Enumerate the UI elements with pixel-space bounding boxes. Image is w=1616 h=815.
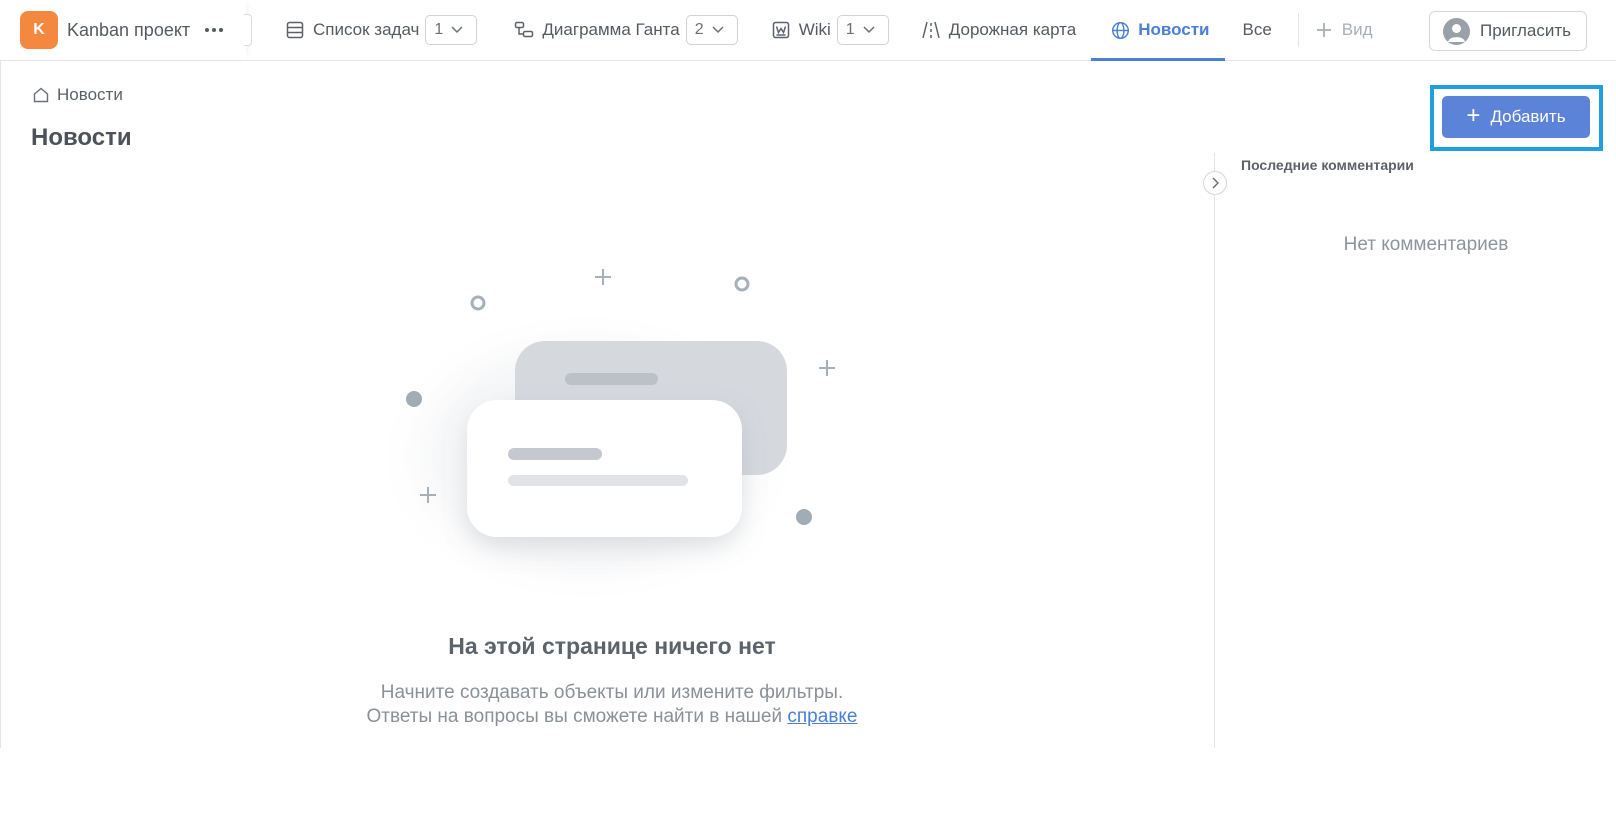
invite-label: Пригласить: [1480, 21, 1572, 40]
tab-news[interactable]: Новости: [1091, 0, 1225, 61]
breadcrumb: Новости: [32, 85, 123, 105]
tab-label: Все: [1242, 20, 1272, 39]
add-button-label: Добавить: [1490, 107, 1566, 126]
tab-label: Новости: [1138, 20, 1210, 39]
chevron-down-icon: [863, 26, 875, 34]
tab-count: 1: [434, 21, 444, 38]
page-title: Новости: [31, 124, 132, 151]
tab-task-list[interactable]: Список задач 1: [284, 0, 478, 60]
chevron-down-icon: [451, 26, 463, 34]
breadcrumb-item[interactable]: Новости: [57, 85, 123, 105]
empty-state-help-text: Ответы на вопросы вы сможете найти в наш…: [366, 706, 788, 727]
tabs-divider: [1297, 13, 1299, 47]
tab-count-dropdown[interactable]: 2: [685, 15, 738, 45]
user-avatar-icon: [1443, 17, 1470, 45]
tab-count-dropdown[interactable]: 1: [425, 15, 478, 45]
tab-count-dropdown[interactable]: 1: [836, 15, 889, 45]
gantt-icon: [513, 19, 535, 41]
tab-label: Список задач: [313, 20, 420, 39]
content-left-border: [0, 61, 1, 748]
project-name[interactable]: Kanban проект: [67, 20, 190, 41]
collapse-panel-toggle[interactable]: [1203, 171, 1227, 195]
add-button[interactable]: + Добавить: [1442, 96, 1590, 138]
help-link[interactable]: справке: [787, 706, 857, 727]
tab-gantt[interactable]: Диаграмма Ганта 2: [513, 0, 738, 60]
more-icon[interactable]: [202, 18, 226, 42]
globe-icon: [1109, 19, 1131, 41]
top-bar: K Kanban проект Список задач 1 Диаграмма…: [0, 0, 1616, 61]
chevron-down-icon: [712, 26, 724, 34]
empty-state-title: На этой странице ничего нет: [448, 633, 776, 659]
chevron-right-icon: [1212, 177, 1219, 189]
empty-state-illustration: [373, 262, 858, 622]
invite-button[interactable]: Пригласить: [1429, 11, 1587, 51]
tab-label: Диаграмма Ганта: [542, 20, 680, 39]
tab-roadmap[interactable]: Дорожная карта: [920, 0, 1076, 60]
plus-icon: +: [1466, 102, 1481, 129]
tab-all[interactable]: Все: [1243, 0, 1272, 60]
plus-icon: [1316, 23, 1331, 37]
project-panel-edge: [244, 14, 252, 46]
tab-count: 2: [694, 21, 704, 38]
tab-wiki[interactable]: Wiki 1: [770, 0, 889, 60]
home-icon: [33, 87, 49, 103]
list-icon: [284, 19, 306, 41]
view-tabs: Список задач 1 Диаграмма Ганта 2 Wiki 1 …: [284, 0, 1373, 61]
tab-label: Дорожная карта: [948, 20, 1077, 39]
wiki-icon: [770, 19, 792, 41]
comments-panel-title: Последние комментарии: [1241, 157, 1414, 173]
add-view-button[interactable]: Вид: [1315, 20, 1373, 40]
tab-count: 1: [845, 21, 855, 38]
project-badge: K: [20, 11, 58, 49]
add-view-label: Вид: [1341, 20, 1373, 39]
comments-panel-divider: [1214, 153, 1215, 748]
tab-label: Wiki: [798, 20, 831, 39]
comments-empty-text: Нет комментариев: [1343, 234, 1509, 255]
road-icon: [920, 19, 942, 41]
empty-state-hint: Начните создавать объекты или измените ф…: [380, 682, 844, 703]
empty-state-help: Ответы на вопросы вы сможете найти в наш…: [300, 706, 924, 728]
project-switcher[interactable]: K Kanban проект: [0, 0, 252, 60]
